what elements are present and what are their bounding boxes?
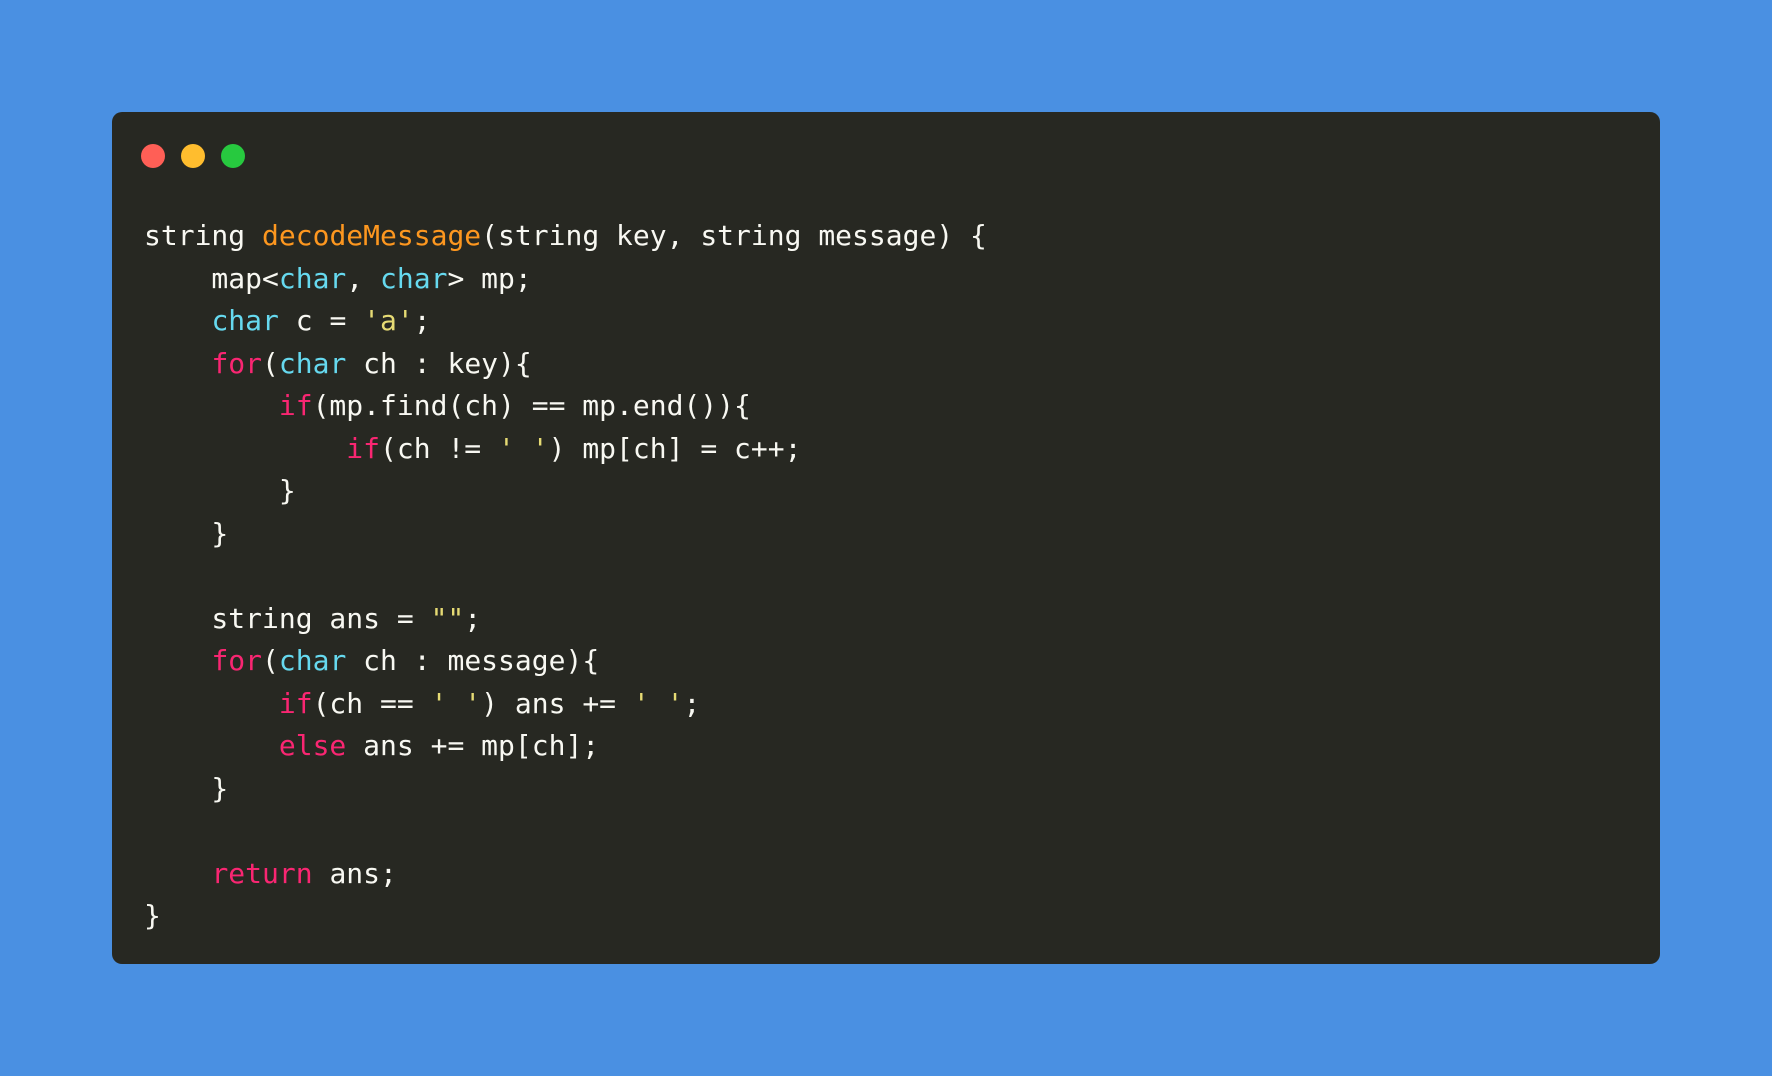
- code-token-plain: ;: [683, 686, 701, 720]
- code-token-type: char: [278, 644, 347, 677]
- code-line: string decodeMessage(string key, string …: [144, 215, 987, 258]
- code-block: string decodeMessage(string key, string …: [144, 215, 987, 938]
- code-token-keyword: for: [211, 644, 263, 677]
- code-token-plain: }: [144, 516, 229, 550]
- code-line: }: [144, 895, 987, 938]
- code-token-keyword: for: [211, 346, 263, 380]
- code-token-func: decodeMessage: [262, 219, 482, 252]
- code-token-plain: map<: [144, 261, 279, 295]
- code-token-plain: (: [262, 644, 279, 677]
- code-token-plain: ch : key){: [346, 346, 532, 380]
- code-token-plain: }: [144, 474, 296, 507]
- code-token-plain: string: [144, 219, 263, 252]
- code-token-string: 'a': [363, 304, 414, 337]
- code-line: if(ch != ' ') mp[ch] = c++;: [144, 428, 987, 471]
- code-line: for(char ch : message){: [144, 640, 987, 683]
- code-line: string ans = "";: [144, 598, 987, 641]
- code-token-string: "": [430, 601, 465, 635]
- code-line: }: [144, 470, 987, 513]
- code-token-plain: (: [262, 346, 279, 380]
- code-window: string decodeMessage(string key, string …: [112, 112, 1660, 964]
- code-line: map<char, char> mp;: [144, 258, 987, 301]
- code-token-plain: (string key, string message) {: [481, 219, 987, 252]
- code-line: for(char ch : key){: [144, 343, 987, 386]
- code-token-plain: ) ans +=: [481, 686, 633, 720]
- code-token-string: ' ': [632, 686, 684, 720]
- code-token-type: char: [278, 346, 347, 380]
- code-line: }: [144, 768, 987, 811]
- code-token-keyword: if: [346, 431, 381, 465]
- code-token-plain: ) mp[ch] = c++;: [548, 431, 802, 465]
- code-token-keyword: else: [278, 729, 347, 762]
- code-line: return ans;: [144, 853, 987, 896]
- code-token-plain: ans;: [312, 856, 397, 890]
- code-token-plain: > mp;: [447, 261, 532, 295]
- code-token-plain: (ch !=: [380, 431, 499, 465]
- minimize-dot-icon[interactable]: [181, 144, 205, 168]
- code-line: }: [144, 513, 987, 556]
- code-token-plain: ;: [464, 601, 482, 635]
- code-token-plain: ;: [413, 304, 431, 337]
- code-token-keyword: if: [278, 686, 313, 720]
- code-line: if(ch == ' ') ans += ' ';: [144, 683, 987, 726]
- code-token-type: char: [380, 261, 448, 295]
- code-token-plain: }: [144, 771, 229, 805]
- maximize-dot-icon[interactable]: [221, 144, 245, 168]
- code-token-plain: (ch ==: [312, 686, 431, 720]
- code-token-string: ' ': [498, 431, 549, 465]
- code-token-string: ' ': [430, 686, 482, 720]
- code-token-plain: ,: [346, 261, 381, 295]
- window-controls: [141, 144, 245, 168]
- code-token-plain: ch : message){: [346, 644, 600, 677]
- close-dot-icon[interactable]: [141, 144, 165, 168]
- code-line: if(mp.find(ch) == mp.end()){: [144, 385, 987, 428]
- code-line: char c = 'a';: [144, 300, 987, 343]
- code-token-keyword: return: [211, 856, 313, 890]
- code-token-plain: c =: [278, 304, 364, 337]
- code-token-plain: }: [144, 899, 161, 932]
- code-token-type: char: [278, 261, 347, 295]
- code-line: else ans += mp[ch];: [144, 725, 987, 768]
- code-token-plain: ans += mp[ch];: [346, 729, 600, 762]
- code-token-plain: (mp.find(ch) == mp.end()){: [312, 389, 751, 422]
- code-token-type: char: [211, 304, 279, 337]
- code-token-keyword: if: [278, 389, 313, 422]
- code-token-plain: string ans =: [144, 601, 431, 635]
